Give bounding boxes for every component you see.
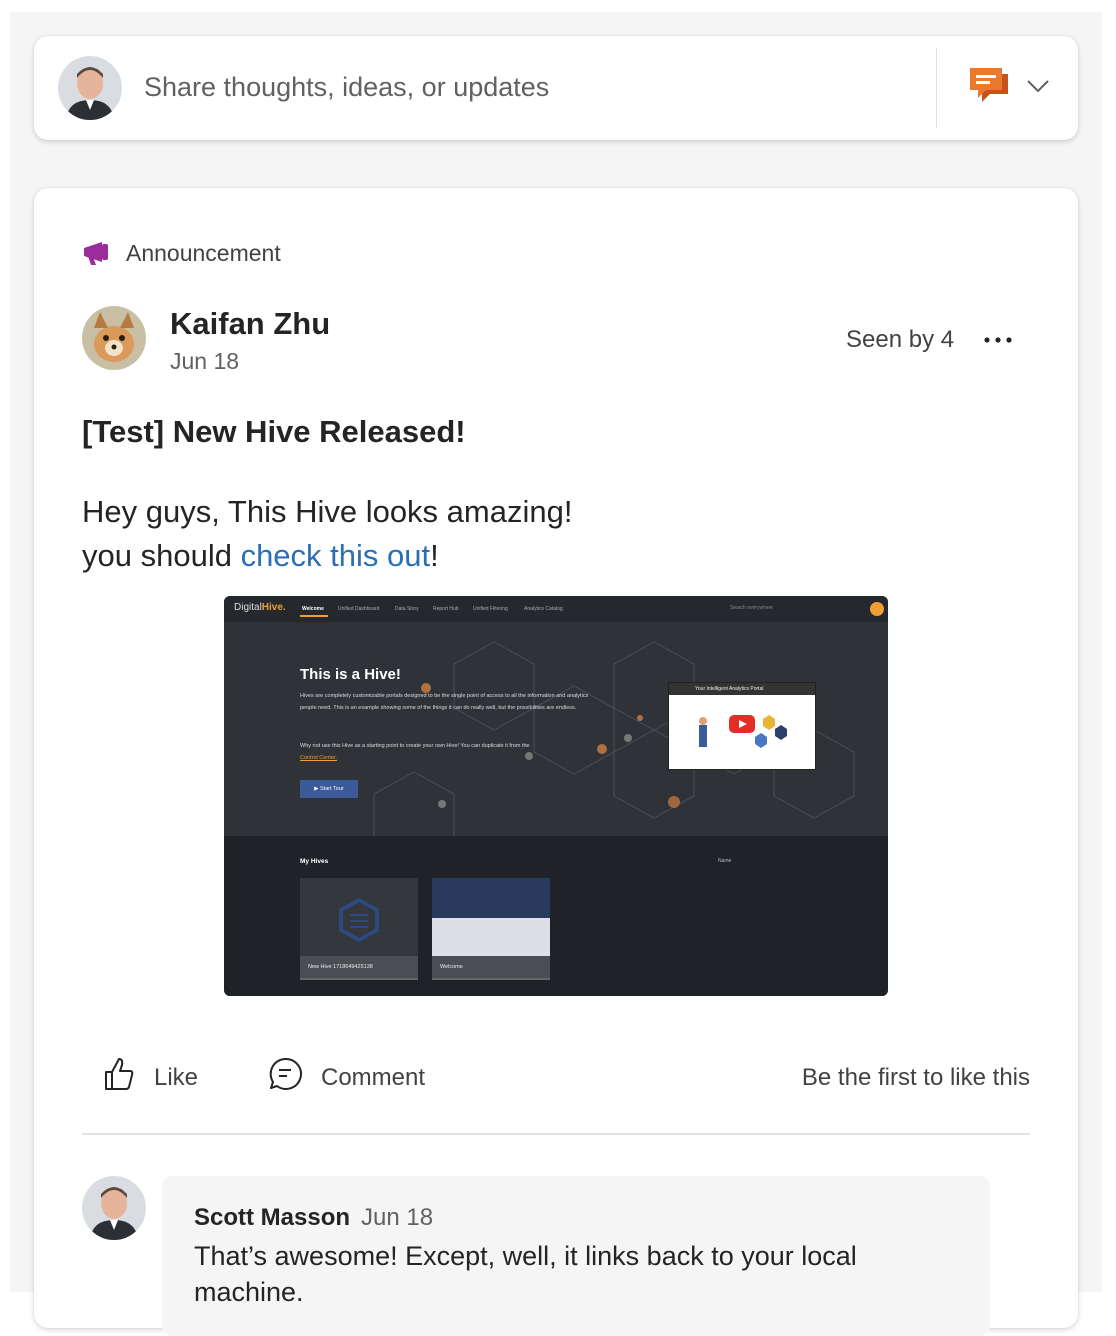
comment-bubble: Scott Masson Jun 18 That’s awesome! Exce… <box>162 1176 990 1336</box>
composer-divider <box>936 48 937 128</box>
hive-logo: DigitalHive. <box>234 602 286 613</box>
commenter-avatar[interactable] <box>82 1176 146 1240</box>
hive-nav-item: Welcome <box>302 606 324 612</box>
post-body-line: Hey guys, This Hive looks amazing! <box>82 494 573 529</box>
divider <box>82 1133 1030 1135</box>
comment-text: That’s awesome! Except, well, it links b… <box>194 1241 857 1307</box>
post-body-text: ! <box>430 538 439 573</box>
hive-my-hives-section: My Hives Name New Hive 1718649425138 Wel… <box>224 836 888 996</box>
post-link[interactable]: check this out <box>241 538 431 573</box>
thumbs-up-icon[interactable] <box>102 1056 136 1092</box>
post-body-text: you should <box>82 538 241 573</box>
hexagon-icon <box>339 897 379 943</box>
hive-nav-item: Unified Dashboard <box>338 606 380 612</box>
composer-input[interactable]: Share thoughts, ideas, or updates <box>144 72 549 103</box>
like-button[interactable]: Like <box>154 1064 198 1092</box>
post-body: Hey guys, This Hive looks amazing! you s… <box>82 490 572 578</box>
chat-bubbles-icon[interactable] <box>968 66 1012 106</box>
post-type-label: Announcement <box>126 240 281 266</box>
current-user-avatar <box>58 56 122 120</box>
hive-start-tour-button: ▶ Start Tour <box>300 780 358 798</box>
hive-card-preview <box>432 878 550 918</box>
author-name[interactable]: Kaifan Zhu <box>170 306 330 342</box>
seen-by-count[interactable]: Seen by 4 <box>846 326 954 354</box>
post-body-line: you should check this out! <box>82 534 572 578</box>
hive-nav-item: Unified Filtering <box>473 606 508 612</box>
hive-my-hives-title: My Hives <box>300 858 329 865</box>
comment-date: Jun 18 <box>361 1204 434 1231</box>
hive-user-avatar <box>870 602 884 616</box>
comment-icon[interactable] <box>268 1056 302 1092</box>
post-card: Announcement Kaifan Zhu Jun 18 Seen by 4… <box>34 188 1078 1336</box>
hive-heading: This is a Hive! <box>300 666 401 683</box>
post-composer[interactable]: Share thoughts, ideas, or updates <box>34 36 1078 140</box>
hive-video-title: Your Intelligent Analytics Portal <box>669 683 815 695</box>
more-options-icon[interactable] <box>982 328 1014 352</box>
like-status: Be the first to like this <box>801 1064 1030 1091</box>
hive-paragraph: Why not use this Hive as a starting poin… <box>300 740 600 764</box>
hive-card: Welcome <box>432 878 550 980</box>
hive-video-thumbnail: Your Intelligent Analytics Portal <box>668 682 816 770</box>
comment-button[interactable]: Comment <box>321 1064 425 1092</box>
hive-logo-text: Digital <box>234 602 262 613</box>
megaphone-icon <box>82 240 110 266</box>
hive-topbar: DigitalHive. Welcome Unified Dashboard D… <box>224 596 888 622</box>
post-image[interactable]: DigitalHive. Welcome Unified Dashboard D… <box>224 596 888 996</box>
post-title: [Test] New Hive Released! <box>82 414 466 449</box>
commenter-name[interactable]: Scott Masson <box>194 1204 350 1232</box>
hive-nav-item: Data Story <box>395 606 419 612</box>
hive-nav-item: Analytics Catalog <box>524 606 563 612</box>
hive-card-label: Welcome <box>432 956 550 978</box>
author-avatar[interactable] <box>82 306 146 370</box>
hive-video-illustration <box>699 715 787 748</box>
hive-sort-label: Name <box>718 858 732 864</box>
chevron-down-icon[interactable] <box>1026 76 1050 96</box>
post-date: Jun 18 <box>170 348 240 374</box>
hive-card-label: New Hive 1718649425138 <box>300 956 418 978</box>
hive-paragraph-text: Why not use this Hive as a starting poin… <box>300 743 530 749</box>
hive-search: Search everywhere <box>730 605 774 611</box>
hive-link: Control Center. <box>300 755 337 761</box>
hive-nav-underline <box>300 615 328 617</box>
hive-logo-accent: Hive. <box>261 602 286 613</box>
hive-card: New Hive 1718649425138 <box>300 878 418 980</box>
hive-nav-item: Report Hub <box>433 606 459 612</box>
hive-paragraph: Hives are completely customizable portal… <box>300 693 589 711</box>
